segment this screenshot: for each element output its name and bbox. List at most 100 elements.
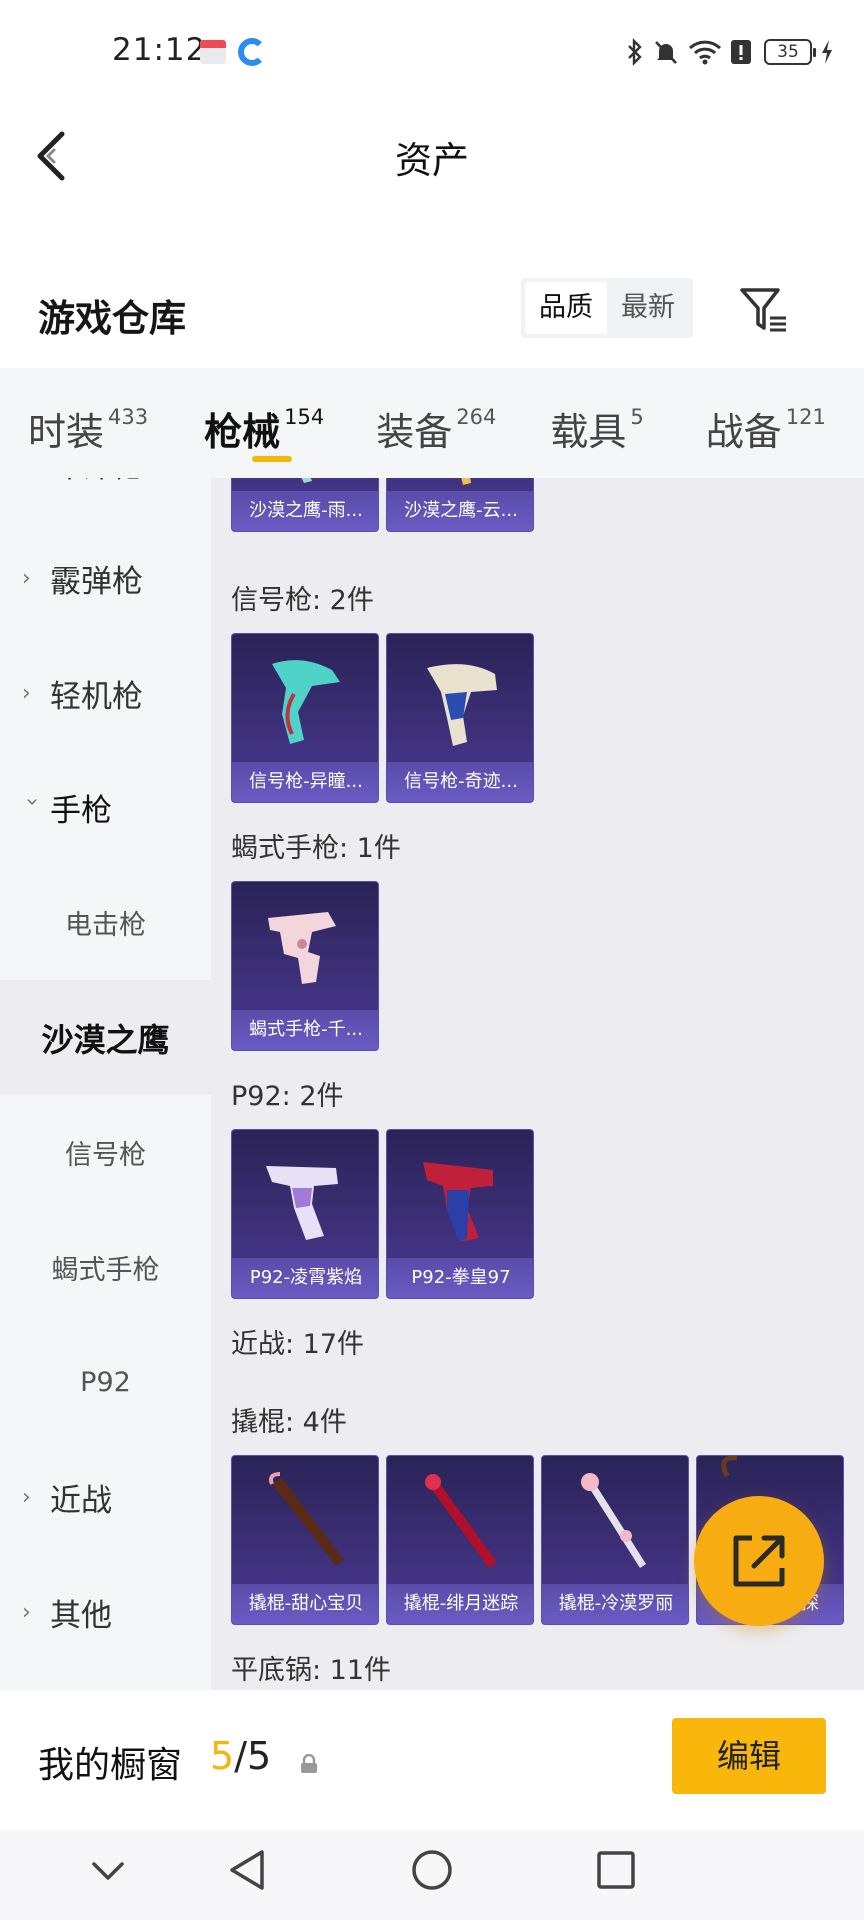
- item-name: 撬棍-冷漠罗丽: [542, 1584, 688, 1624]
- home-circle-icon[interactable]: [410, 1848, 454, 1892]
- tab-equipment[interactable]: 装备 264: [376, 368, 496, 478]
- battery-icon: 35: [764, 39, 816, 65]
- mute-bell-icon: [655, 41, 677, 64]
- item-card[interactable]: 信号枪-异瞳...: [231, 633, 379, 803]
- tab-label: 装备: [376, 410, 453, 454]
- showcase-count-total: /5: [234, 1734, 272, 1778]
- recents-square-icon[interactable]: [596, 1850, 636, 1890]
- tab-label: 枪械: [204, 410, 281, 454]
- item-card[interactable]: 信号枪-奇迹...: [386, 633, 534, 803]
- showcase-bar: 我的橱窗 5/5 编辑: [0, 1690, 864, 1830]
- charging-icon: [822, 40, 832, 64]
- tab-firearms[interactable]: 枪械 154: [204, 368, 324, 478]
- tab-supplies[interactable]: 战备 121: [706, 368, 826, 478]
- sidebar-item-smg[interactable]: › 冲锋枪: [0, 478, 211, 521]
- sidebar-item-other[interactable]: › 其他: [0, 1555, 211, 1670]
- page-title: 资产: [395, 139, 469, 182]
- section-label: 撬棍: 4件: [231, 1407, 347, 1438]
- tab-vehicles[interactable]: 载具 5: [550, 368, 643, 478]
- active-tab-indicator: [252, 456, 293, 462]
- edit-button[interactable]: 编辑: [672, 1718, 826, 1794]
- item-name: P92-凌霄紫焰: [232, 1258, 378, 1298]
- sidebar-item-label: 手枪: [50, 793, 112, 829]
- tab-count: 5: [630, 405, 644, 429]
- filter-icon[interactable]: [738, 286, 790, 334]
- item-name: 撬棍-甜心宝贝: [232, 1584, 378, 1624]
- item-card[interactable]: 沙漠之鹰-云...: [386, 478, 534, 532]
- tab-label: 载具: [550, 410, 627, 454]
- alert-icon: [731, 40, 751, 64]
- system-navigation-bar: [0, 1830, 864, 1920]
- tab-count: 121: [785, 405, 826, 429]
- chevron-right-icon: ›: [22, 1600, 31, 1625]
- section-label: P92: 2件: [231, 1081, 344, 1112]
- sidebar-sub-scorpion[interactable]: 蝎式手枪: [0, 1210, 211, 1325]
- sidebar-item-label: 轻机枪: [50, 679, 143, 715]
- sort-toggle: 品质 最新: [521, 278, 693, 338]
- item-skin-image: [272, 660, 340, 744]
- calendar-notification-icon: [200, 40, 226, 64]
- sort-quality-button[interactable]: 品质: [525, 282, 607, 334]
- tab-count: 264: [456, 405, 497, 429]
- share-export-icon: [733, 1535, 785, 1587]
- back-triangle-icon[interactable]: [226, 1848, 268, 1892]
- section-label: 信号枪: 2件: [231, 585, 374, 616]
- item-skin-image: [425, 1474, 497, 1568]
- lock-icon: [301, 1754, 317, 1773]
- item-skin-image: [269, 1472, 344, 1566]
- item-card[interactable]: P92-拳皇97: [386, 1129, 534, 1299]
- warehouse-toolbar: 游戏仓库 品质 最新: [0, 268, 864, 358]
- item-name: 撬棍-绯月迷踪: [387, 1584, 533, 1624]
- sidebar-item-shotgun[interactable]: › 霰弹枪: [0, 521, 211, 636]
- section-label: 平底锅: 11件: [231, 1655, 392, 1686]
- item-skin-image: [427, 664, 497, 746]
- item-card[interactable]: 撬棍-绯月迷踪: [386, 1455, 534, 1625]
- tab-label: 时装: [28, 410, 105, 454]
- item-skin-image: [423, 1162, 493, 1242]
- item-card[interactable]: 蝎式手枪-千...: [231, 881, 379, 1051]
- chevron-down-icon[interactable]: [88, 1856, 128, 1886]
- item-card[interactable]: P92-凌霄紫焰: [231, 1129, 379, 1299]
- item-skin-image: [581, 1473, 646, 1568]
- status-bar: 21:12 35: [0, 0, 864, 100]
- chevron-right-icon: ›: [22, 566, 31, 591]
- item-name: 沙漠之鹰-云...: [387, 491, 533, 531]
- item-name: 信号枪-异瞳...: [232, 762, 378, 802]
- item-card[interactable]: 沙漠之鹰-雨...: [231, 478, 379, 532]
- item-name: P92-拳皇97: [387, 1258, 533, 1298]
- item-skin-image: [461, 478, 471, 485]
- share-button[interactable]: [694, 1496, 824, 1626]
- chevron-right-icon: ›: [22, 681, 31, 706]
- bluetooth-icon: [628, 38, 642, 66]
- sidebar-item-melee[interactable]: › 近战: [0, 1440, 211, 1555]
- sidebar-sub-desert-eagle[interactable]: 沙漠之鹰: [0, 980, 211, 1095]
- chevron-down-icon: ›: [19, 797, 45, 807]
- status-icons: 35: [626, 32, 834, 72]
- warehouse-title: 游戏仓库: [38, 297, 186, 340]
- sort-newest-button[interactable]: 最新: [607, 282, 689, 334]
- item-card[interactable]: 撬棍-甜心宝贝: [231, 1455, 379, 1625]
- status-time: 21:12: [112, 32, 207, 68]
- header: 资产: [0, 100, 864, 210]
- sidebar-item-pistol[interactable]: › 手枪: [0, 750, 211, 865]
- section-label: 蝎式手枪: 1件: [231, 833, 401, 864]
- sidebar-item-label: 冲锋枪: [50, 478, 143, 486]
- sidebar-item-lmg[interactable]: › 轻机枪: [0, 636, 211, 751]
- sidebar-sub-taser[interactable]: 电击枪: [0, 865, 211, 980]
- tab-count: 154: [284, 405, 325, 429]
- sidebar-item-label: 近战: [50, 1483, 112, 1519]
- showcase-count: 5/5: [210, 1734, 271, 1778]
- category-tabs: 时装 433 枪械 154 装备 264 载具 5 战备 121: [0, 368, 864, 478]
- tab-fashion[interactable]: 时装 433: [28, 368, 148, 478]
- showcase-count-current: 5: [210, 1734, 235, 1778]
- item-skin-image: [266, 1166, 338, 1240]
- sidebar: › 冲锋枪 › 霰弹枪 › 轻机枪 › 手枪 电击枪 沙漠之鹰 信号枪 蝎式手枪…: [0, 478, 211, 1690]
- sidebar-sub-flare-gun[interactable]: 信号枪: [0, 1095, 211, 1210]
- item-skin-image: [301, 478, 312, 483]
- tab-label: 战备: [705, 410, 782, 454]
- item-card[interactable]: 撬棍-冷漠罗丽: [541, 1455, 689, 1625]
- item-name: 沙漠之鹰-雨...: [232, 491, 378, 531]
- section-label: 近战: 17件: [231, 1329, 365, 1360]
- app-notification-icon: [238, 38, 266, 66]
- sidebar-sub-p92[interactable]: P92: [0, 1325, 211, 1440]
